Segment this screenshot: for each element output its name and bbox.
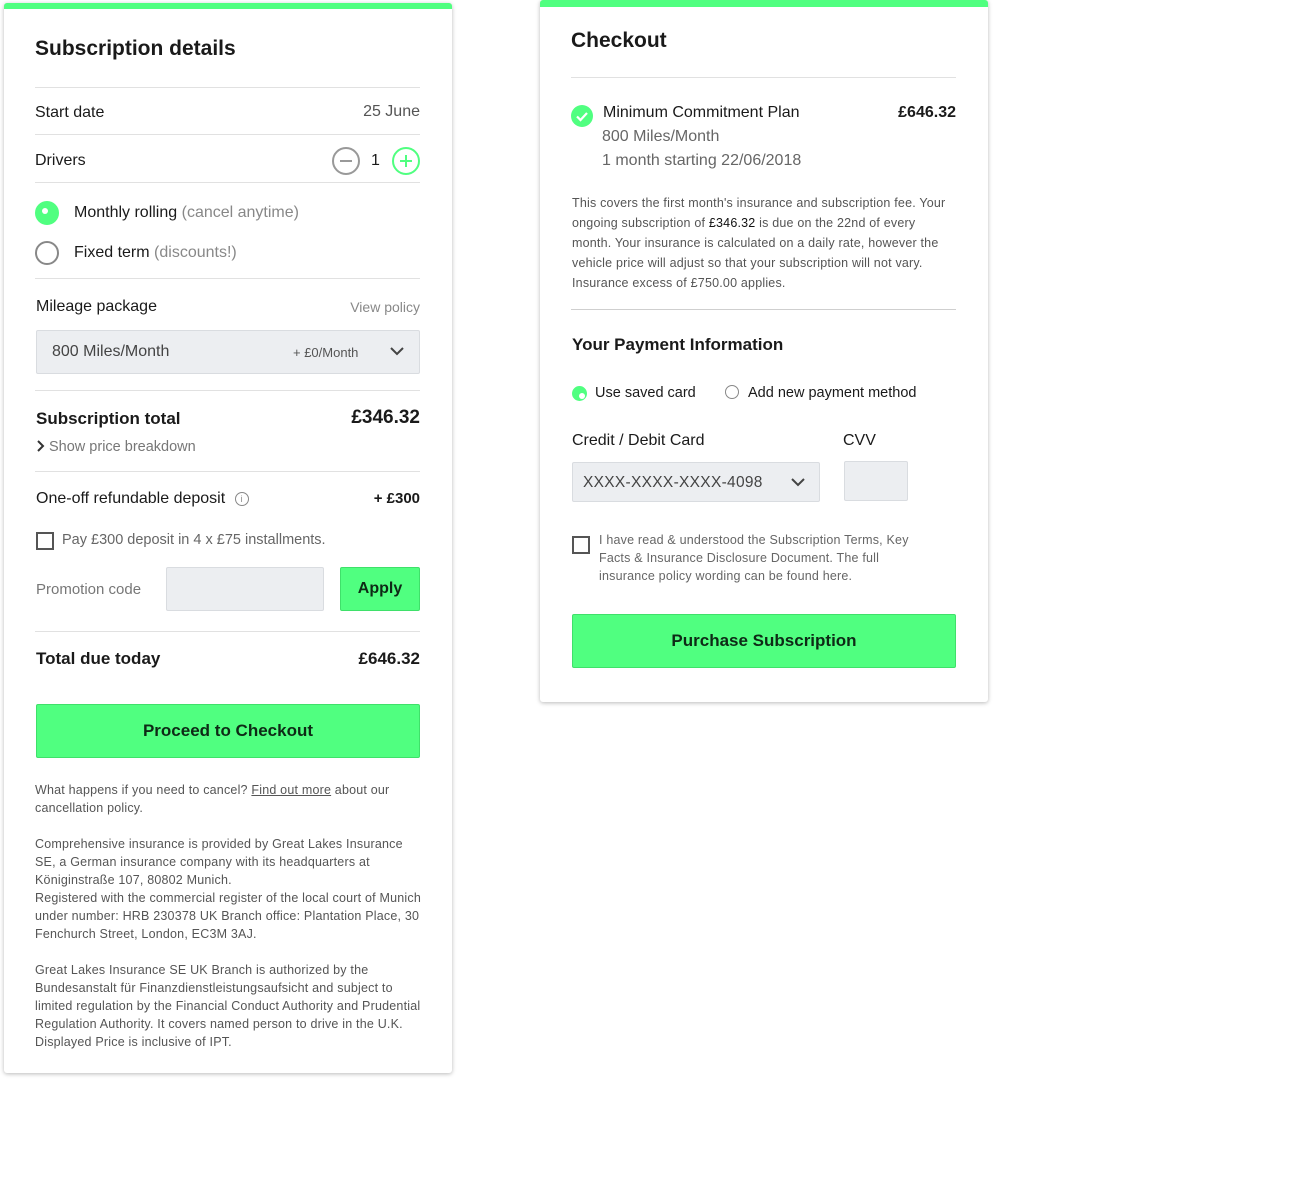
promo-code-input[interactable]: [166, 567, 324, 611]
divider: [35, 87, 420, 88]
card-label: Credit / Debit Card: [572, 432, 705, 449]
card-select[interactable]: XXXX-XXXX-XXXX-4098: [572, 462, 820, 502]
legal-paragraph-1: Comprehensive insurance is provided by G…: [35, 837, 403, 887]
legal-paragraph-2: Registered with the commercial register …: [35, 891, 421, 941]
drivers-decrement-button[interactable]: [332, 147, 360, 175]
view-policy-link[interactable]: View policy: [350, 299, 420, 315]
purchase-subscription-button[interactable]: Purchase Subscription: [572, 614, 956, 668]
plan-start: 1 month starting 22/06/2018: [602, 152, 802, 169]
divider: [571, 77, 956, 78]
card-select-value: XXXX-XXXX-XXXX-4098: [583, 474, 763, 491]
cancel-policy-question: What happens if you need to cancel?: [35, 783, 248, 797]
terms-text: I have read & understood the Subscriptio…: [599, 533, 909, 583]
radio-selected-icon: [35, 201, 59, 225]
fixed-term-label: Fixed term: [74, 244, 150, 261]
mileage-select-value: 800 Miles/Month: [52, 343, 170, 360]
drivers-increment-button[interactable]: [392, 147, 420, 175]
divider: [571, 309, 956, 310]
promo-label: Promotion code: [36, 581, 142, 598]
divider: [35, 631, 420, 632]
radio-selected-icon: [572, 386, 587, 401]
cancel-policy-text: What happens if you need to cancel? Find…: [35, 781, 427, 817]
payment-title: Your Payment Information: [572, 335, 784, 354]
monthly-rolling-option[interactable]: Monthly rolling (cancel anytime): [35, 199, 420, 227]
subscription-card: Subscription details Start date 25 June …: [4, 3, 452, 1073]
mileage-select-price: + £0/Month: [293, 345, 359, 360]
divider: [35, 182, 420, 183]
chevron-down-icon: [791, 478, 805, 487]
find-out-more-link[interactable]: Find out more: [251, 783, 331, 797]
mileage-label: Mileage package: [36, 298, 157, 315]
installments-option[interactable]: Pay £300 deposit in 4 x £75 installments…: [36, 530, 421, 552]
proceed-to-checkout-button[interactable]: Proceed to Checkout: [36, 704, 420, 758]
checkbox-icon: [572, 536, 590, 554]
subscription-total-label: Subscription total: [36, 409, 181, 428]
subscription-total-value: £346.32: [351, 407, 420, 428]
check-circle-icon: [571, 105, 593, 127]
subscription-title: Subscription details: [35, 37, 236, 60]
monthly-rolling-label: Monthly rolling: [74, 204, 178, 221]
deposit-label: One-off refundable deposit: [36, 490, 226, 507]
chevron-right-icon: [37, 440, 45, 452]
radio-unselected-icon: [35, 241, 59, 265]
total-due-value: £646.32: [358, 649, 420, 668]
plan-note: This covers the first month's insurance …: [572, 193, 952, 293]
plan-name: Minimum Commitment Plan: [603, 104, 800, 121]
fixed-term-option[interactable]: Fixed term (discounts!): [35, 239, 420, 267]
use-saved-card-label: Use saved card: [595, 385, 696, 401]
start-date-label: Start date: [35, 104, 105, 121]
info-icon[interactable]: i: [234, 492, 249, 506]
checkbox-icon: [36, 532, 54, 550]
add-new-payment-label: Add new payment method: [748, 385, 917, 401]
start-date-value[interactable]: 25 June: [363, 103, 420, 121]
plus-icon-vertical: [405, 155, 407, 167]
plan-price: £646.32: [898, 104, 956, 121]
cvv-label: CVV: [843, 432, 876, 449]
divider: [35, 471, 420, 472]
plan-miles: 800 Miles/Month: [602, 128, 720, 145]
radio-unselected-icon: [725, 385, 739, 399]
divider: [35, 390, 420, 391]
deposit-value: + £300: [373, 490, 420, 507]
minus-icon: [340, 160, 352, 162]
chevron-down-icon: [390, 347, 404, 356]
total-due-label: Total due today: [36, 649, 161, 668]
cvv-input[interactable]: [844, 461, 908, 501]
deposit-label-row: One-off refundable deposit i: [36, 490, 249, 508]
checkout-card: Checkout Minimum Commitment Plan £646.32…: [540, 0, 988, 702]
apply-button[interactable]: Apply: [340, 567, 420, 611]
installments-label: Pay £300 deposit in 4 x £75 installments…: [62, 532, 326, 548]
drivers-label: Drivers: [35, 152, 86, 169]
show-price-breakdown-toggle[interactable]: Show price breakdown: [36, 439, 196, 455]
fixed-term-note: (discounts!): [154, 244, 237, 261]
divider: [35, 134, 420, 135]
terms-agreement-option[interactable]: I have read & understood the Subscriptio…: [572, 531, 957, 589]
checkout-title: Checkout: [571, 29, 667, 52]
show-price-breakdown-label: Show price breakdown: [49, 439, 196, 455]
mileage-select[interactable]: 800 Miles/Month + £0/Month: [36, 330, 420, 374]
divider: [35, 278, 420, 279]
plan-note-amount: £346.32: [708, 216, 756, 230]
legal-paragraph-3: Great Lakes Insurance SE UK Branch is au…: [35, 963, 421, 1049]
monthly-rolling-note: (cancel anytime): [181, 204, 299, 221]
drivers-count: 1: [371, 152, 380, 169]
